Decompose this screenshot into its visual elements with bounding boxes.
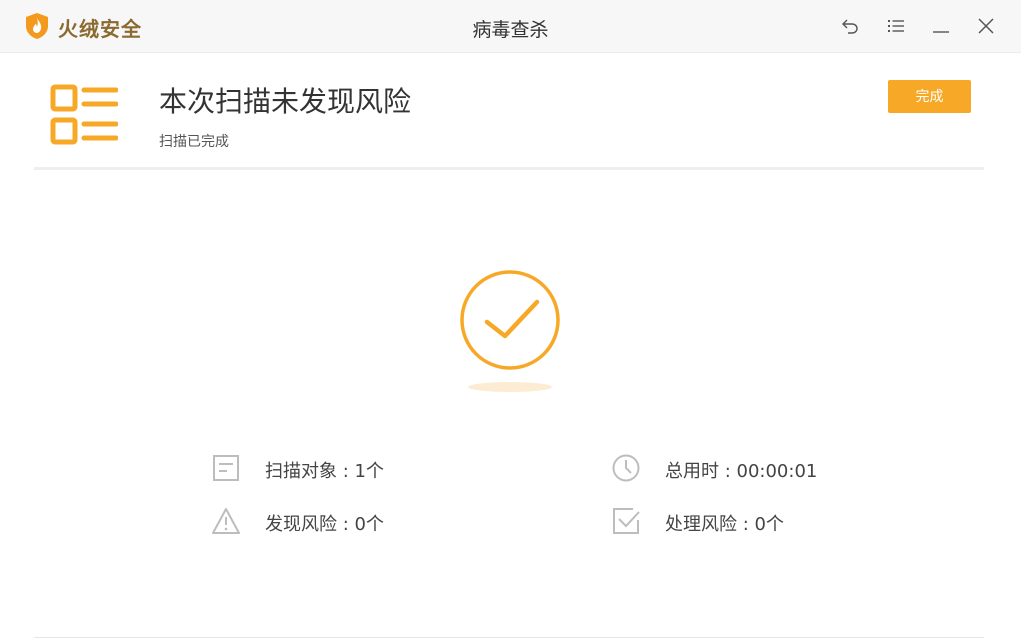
close-icon bbox=[978, 18, 994, 34]
menu-icon bbox=[888, 20, 904, 32]
title-bar: 火绒安全 病毒查杀 bbox=[0, 0, 1021, 53]
success-check-icon bbox=[460, 270, 560, 392]
document-icon bbox=[211, 453, 241, 483]
menu-button[interactable] bbox=[886, 16, 906, 36]
footer-divider bbox=[34, 637, 984, 638]
header-divider bbox=[34, 167, 984, 170]
stat-risks-found: 发现风险 : 0个 bbox=[265, 514, 384, 535]
result-headline: 本次扫描未发现风险 bbox=[159, 85, 412, 118]
minimize-button[interactable] bbox=[931, 16, 951, 36]
result-subline: 扫描已完成 bbox=[159, 134, 229, 150]
stat-total-time: 总用时 : 00:00:01 bbox=[665, 461, 818, 482]
done-button[interactable]: 完成 bbox=[888, 80, 971, 113]
warning-icon bbox=[211, 506, 241, 536]
back-icon bbox=[842, 19, 858, 34]
minimize-icon bbox=[933, 31, 949, 33]
scan-report-icon bbox=[50, 84, 118, 145]
clock-icon bbox=[611, 453, 641, 483]
checkbox-checked-icon bbox=[611, 506, 641, 536]
close-button[interactable] bbox=[976, 16, 996, 36]
window-title: 病毒查杀 bbox=[472, 19, 549, 41]
back-button[interactable] bbox=[840, 16, 860, 36]
stat-risks-handled: 处理风险 : 0个 bbox=[665, 514, 784, 535]
stat-scan-objects: 扫描对象 : 1个 bbox=[265, 461, 384, 482]
